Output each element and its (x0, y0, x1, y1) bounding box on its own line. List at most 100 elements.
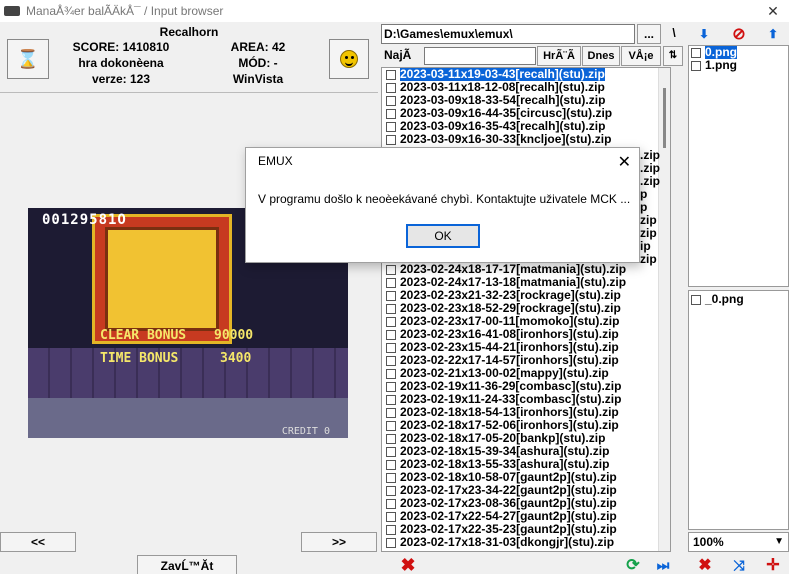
delete-icon[interactable]: ⊘ (726, 24, 752, 44)
file-name-tail: .zip (640, 148, 660, 162)
prev-button[interactable]: << (0, 532, 76, 552)
game-info-panel: Recalhorn ⌛ SCORE: 1410810 hra dokonèena… (0, 23, 378, 93)
close-button[interactable]: ZavĹ™Ă­t (137, 555, 237, 574)
stained-glass-window (92, 214, 232, 344)
game-name: Recalhorn (159, 25, 219, 39)
file-checkbox[interactable] (386, 511, 396, 522)
png-item[interactable]: _0.png (689, 293, 788, 306)
file-checkbox[interactable] (386, 82, 396, 93)
png-list[interactable]: 0.png 1.png (688, 45, 789, 287)
tab-today[interactable]: Dnes (582, 46, 620, 66)
file-row[interactable]: 2023-02-17x18-31-03[dkongjr](stu).zip (382, 536, 670, 549)
move-down-icon[interactable]: ⬇ (691, 24, 717, 44)
platform-text: WinVista (232, 72, 284, 86)
file-checkbox[interactable] (386, 316, 396, 327)
smiley-button[interactable] (329, 39, 369, 79)
file-name-tail: zip (640, 226, 657, 240)
file-name-tail: .zip (640, 174, 660, 188)
sort-button[interactable]: ⇅ (663, 46, 683, 66)
file-checkbox[interactable] (386, 394, 396, 405)
file-name-tail: p (640, 200, 648, 214)
file-checkbox[interactable] (386, 368, 396, 379)
file-checkbox[interactable] (386, 524, 396, 535)
file-checkbox[interactable] (386, 472, 396, 483)
file-name-tail: .zip (640, 161, 660, 175)
file-list-scrollbar[interactable] (658, 68, 670, 551)
path-input[interactable]: D:\Games\emux\emux\ (381, 24, 635, 44)
clear-bonus-label: CLEAR BONUS (100, 328, 187, 343)
title-bar: ManaÅ¾er balÃÄkÅ¯ / Input browser ✕ (0, 0, 789, 22)
png-item[interactable]: 1.png (689, 59, 788, 72)
time-bonus-value: 3400 (220, 351, 252, 366)
clear-bonus-value: 90000 (214, 328, 254, 343)
file-checkbox[interactable] (386, 95, 396, 106)
file-list[interactable]: 2023-03-11x19-03-43[recalh](stu).zip 2023… (381, 67, 671, 552)
file-checkbox[interactable] (386, 277, 396, 288)
screenshot-score: 00129581O (42, 212, 127, 228)
file-checkbox[interactable] (386, 69, 396, 80)
close-icon[interactable]: ✕ (618, 152, 631, 172)
score-text: SCORE: 1410810 (72, 40, 170, 54)
sort-icon: ⇅ (668, 50, 678, 61)
move-up-icon[interactable]: ⬆ (760, 24, 786, 44)
file-name-tail: zip (640, 213, 657, 227)
credit-text: CREDIT 0 (281, 426, 330, 437)
filter-input[interactable] (424, 47, 536, 65)
smiley-icon (340, 50, 358, 68)
png-list-secondary[interactable]: _0.png (688, 290, 789, 530)
file-checkbox[interactable] (386, 342, 396, 353)
file-checkbox[interactable] (386, 420, 396, 431)
ok-button[interactable]: OK (406, 224, 480, 248)
dialog-title: EMUX (258, 154, 293, 168)
file-checkbox[interactable] (386, 355, 396, 366)
area-text: AREA: 42 (230, 40, 286, 54)
status-text: hra dokonèena (78, 56, 164, 70)
brick-wall (28, 348, 348, 398)
file-checkbox[interactable] (386, 134, 396, 145)
zoom-select[interactable]: 100% ▼ (688, 532, 789, 552)
file-checkbox[interactable] (386, 303, 396, 314)
file-row[interactable]: 2023-03-09x16-30-33[kncljoe](stu).zip (382, 133, 670, 146)
root-button[interactable]: \ (662, 24, 686, 44)
time-bonus-label: TIME BONUS (100, 351, 179, 366)
refresh-icon[interactable]: ⟳ (620, 555, 646, 574)
file-checkbox[interactable] (386, 381, 396, 392)
file-checkbox[interactable] (386, 264, 396, 275)
version-text: verze: 123 (91, 72, 151, 86)
next-page-icon[interactable]: ⏭ (650, 555, 676, 574)
file-checkbox[interactable] (386, 433, 396, 444)
app-icon (4, 6, 20, 16)
png-item[interactable]: 0.png (689, 46, 788, 59)
file-checkbox[interactable] (386, 290, 396, 301)
close-icon[interactable]: ✕ (763, 1, 783, 21)
filter-label: NajÃ­ (384, 48, 412, 62)
file-checkbox[interactable] (386, 485, 396, 496)
file-checkbox[interactable] (386, 537, 396, 548)
file-name-tail: p (640, 187, 648, 201)
file-name: 2023-03-09x16-30-33[kncljoe](stu).zip (400, 132, 612, 146)
file-checkbox[interactable] (386, 407, 396, 418)
file-checkbox[interactable] (386, 108, 396, 119)
next-button[interactable]: >> (301, 532, 377, 552)
file-checkbox[interactable] (386, 446, 396, 457)
error-dialog: EMUX ✕ V programu došlo k neoèekávané ch… (245, 147, 640, 263)
dialog-message: V programu došlo k neoèekávané chybì. Ko… (258, 192, 631, 206)
file-name-tail: ip (640, 239, 651, 253)
hourglass-icon: ⌛ (16, 48, 40, 69)
file-name: 2023-02-17x18-31-03[dkongjr](stu).zip (400, 535, 615, 549)
tab-all[interactable]: VÅ¡e (621, 46, 661, 66)
file-checkbox[interactable] (386, 121, 396, 132)
cancel-icon[interactable]: ✖ (692, 555, 718, 574)
file-checkbox[interactable] (386, 459, 396, 470)
remove-icon[interactable]: ✖ (395, 555, 421, 574)
tab-players[interactable]: HrÃ¨Ã (537, 46, 581, 66)
file-checkbox[interactable] (386, 498, 396, 509)
shrink-icon[interactable]: ⤨ (726, 555, 752, 574)
file-name-tail: zip (640, 252, 657, 266)
browse-button[interactable]: ... (637, 24, 661, 44)
zoom-value: 100% (693, 535, 724, 549)
chevron-down-icon: ▼ (774, 536, 784, 547)
expand-icon[interactable]: ✛ (760, 555, 786, 574)
hourglass-button[interactable]: ⌛ (7, 39, 49, 79)
file-checkbox[interactable] (386, 329, 396, 340)
